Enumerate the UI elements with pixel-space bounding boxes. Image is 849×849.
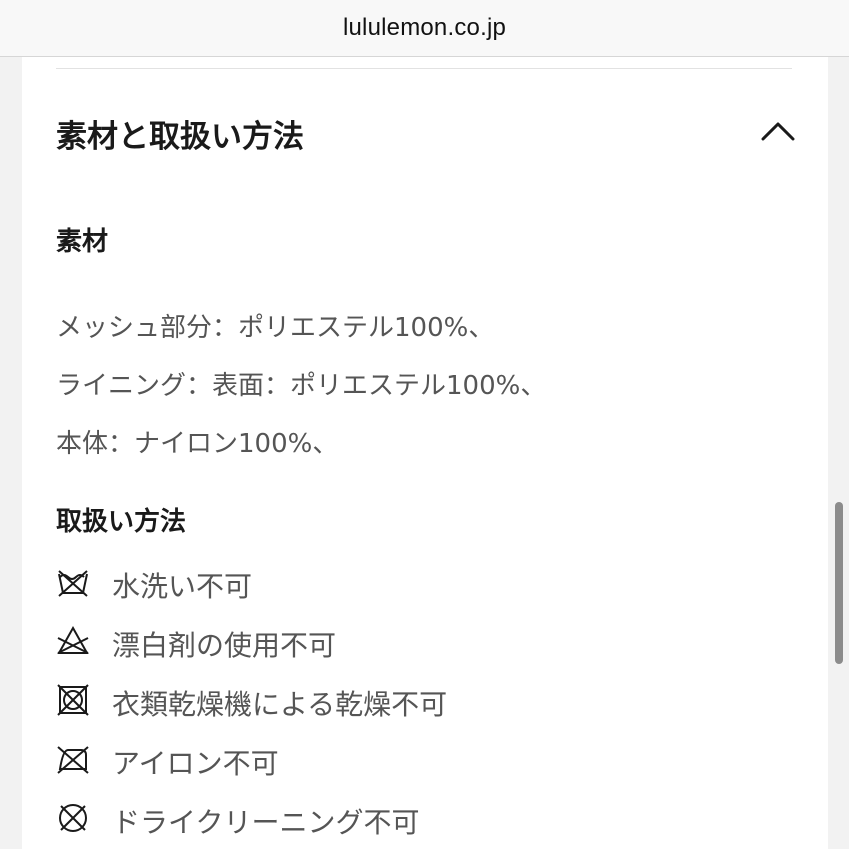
care-item: 漂白剤の使用不可 [56, 621, 756, 662]
no-tumble-dry-icon [57, 684, 89, 716]
material-line: 本体：ナイロン100%、 [56, 429, 339, 459]
scrollbar-thumb[interactable] [835, 502, 843, 664]
care-label: 水洗い不可 [112, 570, 253, 603]
care-label: 漂白剤の使用不可 [112, 629, 337, 662]
no-bleach-icon [57, 625, 89, 654]
divider [56, 68, 792, 69]
material-line: メッシュ部分：ポリエステル100%、 [56, 313, 495, 343]
care-label: 衣類乾燥機による乾燥不可 [112, 688, 448, 721]
accordion-title: 素材と取扱い方法 [56, 119, 304, 155]
care-label: アイロン不可 [112, 747, 279, 780]
materials-care-accordion-toggle[interactable]: 素材と取扱い方法 [56, 105, 796, 157]
no-washing-icon [58, 570, 88, 597]
materials-heading: 素材 [56, 227, 109, 257]
care-heading: 取扱い方法 [56, 507, 187, 537]
chevron-up-icon[interactable] [760, 113, 796, 149]
browser-address-bar[interactable]: lululemon.co.jp [0, 0, 849, 57]
url-text: lululemon.co.jp [342, 14, 507, 41]
care-label: ドライクリーニング不可 [112, 806, 420, 839]
care-item: 衣類乾燥機による乾燥不可 [56, 680, 756, 721]
care-item: アイロン不可 [56, 739, 756, 780]
scrollbar-track[interactable] [829, 57, 849, 849]
product-detail-panel: 素材と取扱い方法 素材 メッシュ部分：ポリエステル100%、 ライニング：表面：… [22, 57, 828, 849]
no-iron-icon [57, 746, 89, 774]
care-item: 水洗い不可 [56, 562, 756, 603]
care-item: ドライクリーニング不可 [56, 798, 756, 839]
no-dry-clean-icon [59, 804, 87, 832]
material-line: ライニング：表面：ポリエステル100%、 [56, 371, 547, 401]
